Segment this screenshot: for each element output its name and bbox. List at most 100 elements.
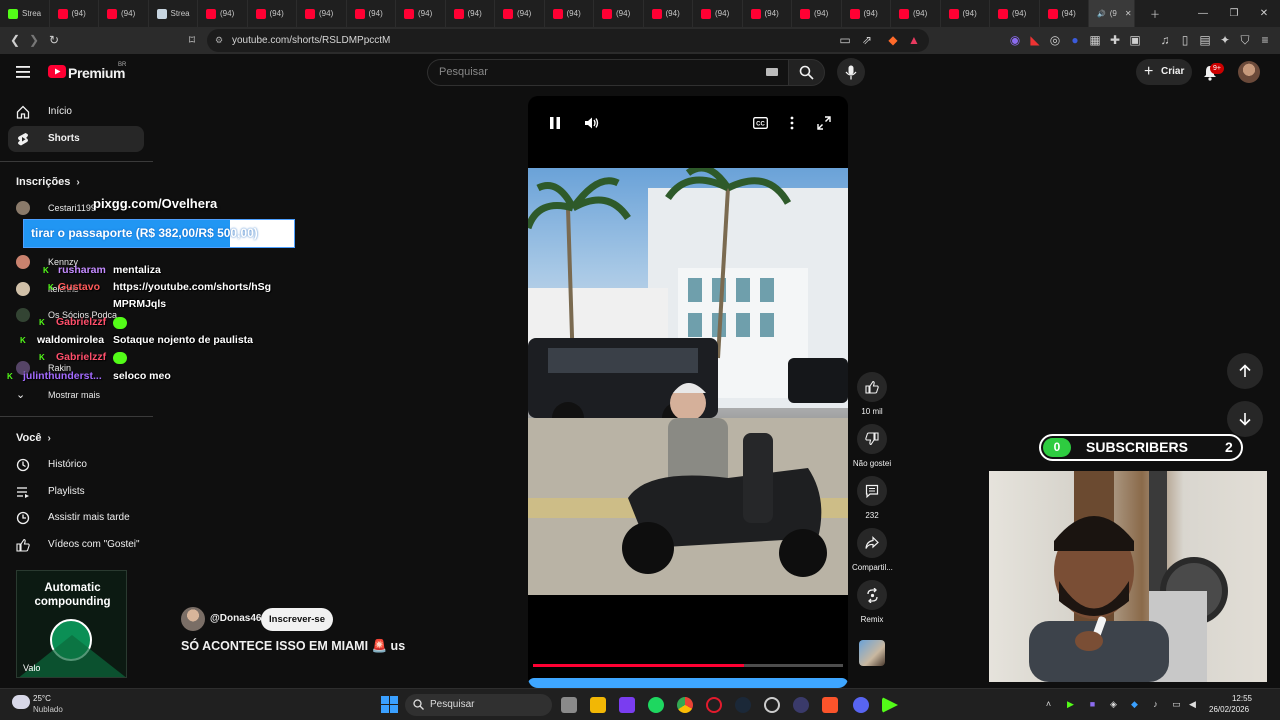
- share-page-icon[interactable]: ⇗: [860, 33, 874, 47]
- task-view-icon[interactable]: [561, 697, 577, 713]
- browser-tab[interactable]: (94): [495, 0, 545, 27]
- channel-name[interactable]: @Donas46: [210, 613, 261, 624]
- show-more-button[interactable]: ⌄ Mostrar mais: [16, 385, 144, 405]
- browser-tab[interactable]: (94): [545, 0, 594, 27]
- keyboard-icon[interactable]: [766, 68, 778, 76]
- browser-tab[interactable]: (94): [743, 0, 792, 27]
- browser-tab[interactable]: (94): [1040, 0, 1089, 27]
- sidebar-toggle-icon[interactable]: ▯: [1178, 33, 1192, 47]
- reload-icon[interactable]: ↻: [47, 33, 61, 47]
- extension-icon[interactable]: ◎: [1048, 33, 1062, 47]
- youtube-premium-logo[interactable]: Premium: [68, 65, 126, 81]
- search-input[interactable]: Pesquisar: [427, 59, 788, 86]
- clock-date[interactable]: 26/02/2026: [1209, 705, 1249, 714]
- channel-avatar[interactable]: [181, 607, 205, 631]
- start-button[interactable]: [381, 696, 398, 713]
- chrome-icon[interactable]: [677, 697, 693, 713]
- next-short-preview[interactable]: [528, 678, 848, 688]
- browser-tab[interactable]: (94): [248, 0, 297, 27]
- site-info-icon[interactable]: ⚙: [215, 29, 223, 52]
- media-control-icon[interactable]: ♫: [1158, 33, 1172, 47]
- captions-button[interactable]: CC: [750, 113, 770, 133]
- maximize-button[interactable]: ❐: [1218, 0, 1250, 27]
- close-window-button[interactable]: ✕: [1248, 0, 1280, 27]
- vpn-icon[interactable]: ⛉: [1238, 33, 1252, 47]
- extension-icon[interactable]: ◉: [1008, 33, 1022, 47]
- comments-button[interactable]: 232: [852, 476, 892, 520]
- weather-temperature[interactable]: 25°C: [33, 694, 51, 703]
- brave-rewards-icon[interactable]: ▲: [907, 33, 921, 47]
- volume-tray-icon[interactable]: ◀: [1187, 699, 1198, 710]
- search-button[interactable]: [788, 59, 825, 86]
- sound-thumbnail[interactable]: [859, 640, 885, 666]
- browser-tab-active[interactable]: 🔊 (9 ✕: [1089, 0, 1135, 27]
- pause-button[interactable]: [545, 113, 565, 133]
- sidebar-item-shorts[interactable]: Shorts: [8, 126, 144, 152]
- spotify-icon[interactable]: [648, 697, 664, 713]
- fullscreen-button[interactable]: [814, 113, 834, 133]
- remix-button[interactable]: Remix: [852, 580, 892, 624]
- extension-icon[interactable]: ▦: [1088, 33, 1102, 47]
- subscriptions-heading[interactable]: Inscrições ›: [16, 176, 80, 188]
- close-tab-icon[interactable]: ✕: [1125, 9, 1132, 18]
- menu-icon[interactable]: ≡: [1258, 33, 1272, 47]
- tray-app-icon[interactable]: ◆: [1129, 699, 1140, 710]
- microphone-tray-icon[interactable]: ♪: [1150, 699, 1161, 710]
- volume-button[interactable]: [582, 113, 602, 133]
- account-avatar[interactable]: [1238, 61, 1260, 83]
- cast-icon[interactable]: ▭: [838, 33, 852, 47]
- tray-overflow-icon[interactable]: ˄: [1043, 699, 1054, 710]
- browser-tab[interactable]: (94): [446, 0, 495, 27]
- browser-tab[interactable]: (94): [347, 0, 396, 27]
- browser-tab[interactable]: (94): [297, 0, 347, 27]
- browser-tab[interactable]: (94): [50, 0, 99, 27]
- file-explorer-icon[interactable]: [590, 697, 606, 713]
- sidebar-item-home[interactable]: Início: [8, 99, 144, 125]
- extensions-puzzle-icon[interactable]: ✚: [1108, 33, 1122, 47]
- browser-tab[interactable]: (94): [198, 0, 248, 27]
- browser-tab[interactable]: (94): [941, 0, 990, 27]
- tray-app-icon[interactable]: ■: [1087, 699, 1098, 710]
- wallet-icon[interactable]: ▤: [1198, 33, 1212, 47]
- leo-ai-icon[interactable]: ✦: [1218, 33, 1232, 47]
- browser-tab[interactable]: (94): [792, 0, 842, 27]
- steam-icon[interactable]: [735, 697, 751, 713]
- shorts-player[interactable]: CC: [528, 96, 848, 688]
- browser-tab[interactable]: (94): [594, 0, 644, 27]
- minimize-button[interactable]: —: [1187, 0, 1219, 27]
- tray-app-icon[interactable]: ◈: [1108, 699, 1119, 710]
- sidebar-item-playlists[interactable]: Playlists: [8, 479, 144, 505]
- weather-description[interactable]: Nublado: [33, 705, 63, 714]
- network-icon[interactable]: ▭: [1171, 699, 1182, 710]
- brave-icon[interactable]: [822, 697, 838, 713]
- app-icon[interactable]: [793, 697, 809, 713]
- app-grid-icon[interactable]: [619, 697, 635, 713]
- forward-icon[interactable]: ❯: [27, 33, 41, 47]
- browser-tab[interactable]: (94): [99, 0, 149, 27]
- create-button[interactable]: + Criar: [1136, 59, 1192, 85]
- sidebar-item-liked-videos[interactable]: Vídeos com "Gostei": [8, 532, 144, 558]
- discord-icon[interactable]: [853, 697, 869, 713]
- taskbar-search[interactable]: Pesquisar: [405, 694, 552, 716]
- more-options-button[interactable]: [782, 113, 802, 133]
- app-icon[interactable]: [764, 697, 780, 713]
- new-tab-button[interactable]: ＋: [1139, 0, 1171, 27]
- video-title[interactable]: SÓ ACONTECE ISSO EM MIAMI 🚨 us: [181, 639, 405, 654]
- address-bar[interactable]: ⚙ youtube.com/shorts/RSLDMPpcctM: [207, 29, 929, 52]
- voice-search-button[interactable]: [837, 58, 865, 86]
- next-short-button[interactable]: [1227, 401, 1263, 437]
- browser-tab[interactable]: (94): [693, 0, 743, 27]
- browser-tab[interactable]: (94): [842, 0, 891, 27]
- browser-tab[interactable]: (94): [891, 0, 941, 27]
- extension-icon[interactable]: ◣: [1028, 33, 1042, 47]
- previous-short-button[interactable]: [1227, 353, 1263, 389]
- hamburger-menu-icon[interactable]: [16, 65, 32, 79]
- you-heading[interactable]: Você ›: [16, 432, 51, 444]
- browser-tab[interactable]: Strea: [0, 0, 50, 27]
- opera-icon[interactable]: [706, 697, 722, 713]
- subscribe-button[interactable]: Inscrever-se: [261, 608, 333, 631]
- back-icon[interactable]: ❮: [8, 33, 22, 47]
- brave-shield-icon[interactable]: ◆: [886, 33, 900, 47]
- sponsored-ad[interactable]: Automatic compounding Valo: [16, 570, 127, 678]
- browser-tab[interactable]: (94): [644, 0, 693, 27]
